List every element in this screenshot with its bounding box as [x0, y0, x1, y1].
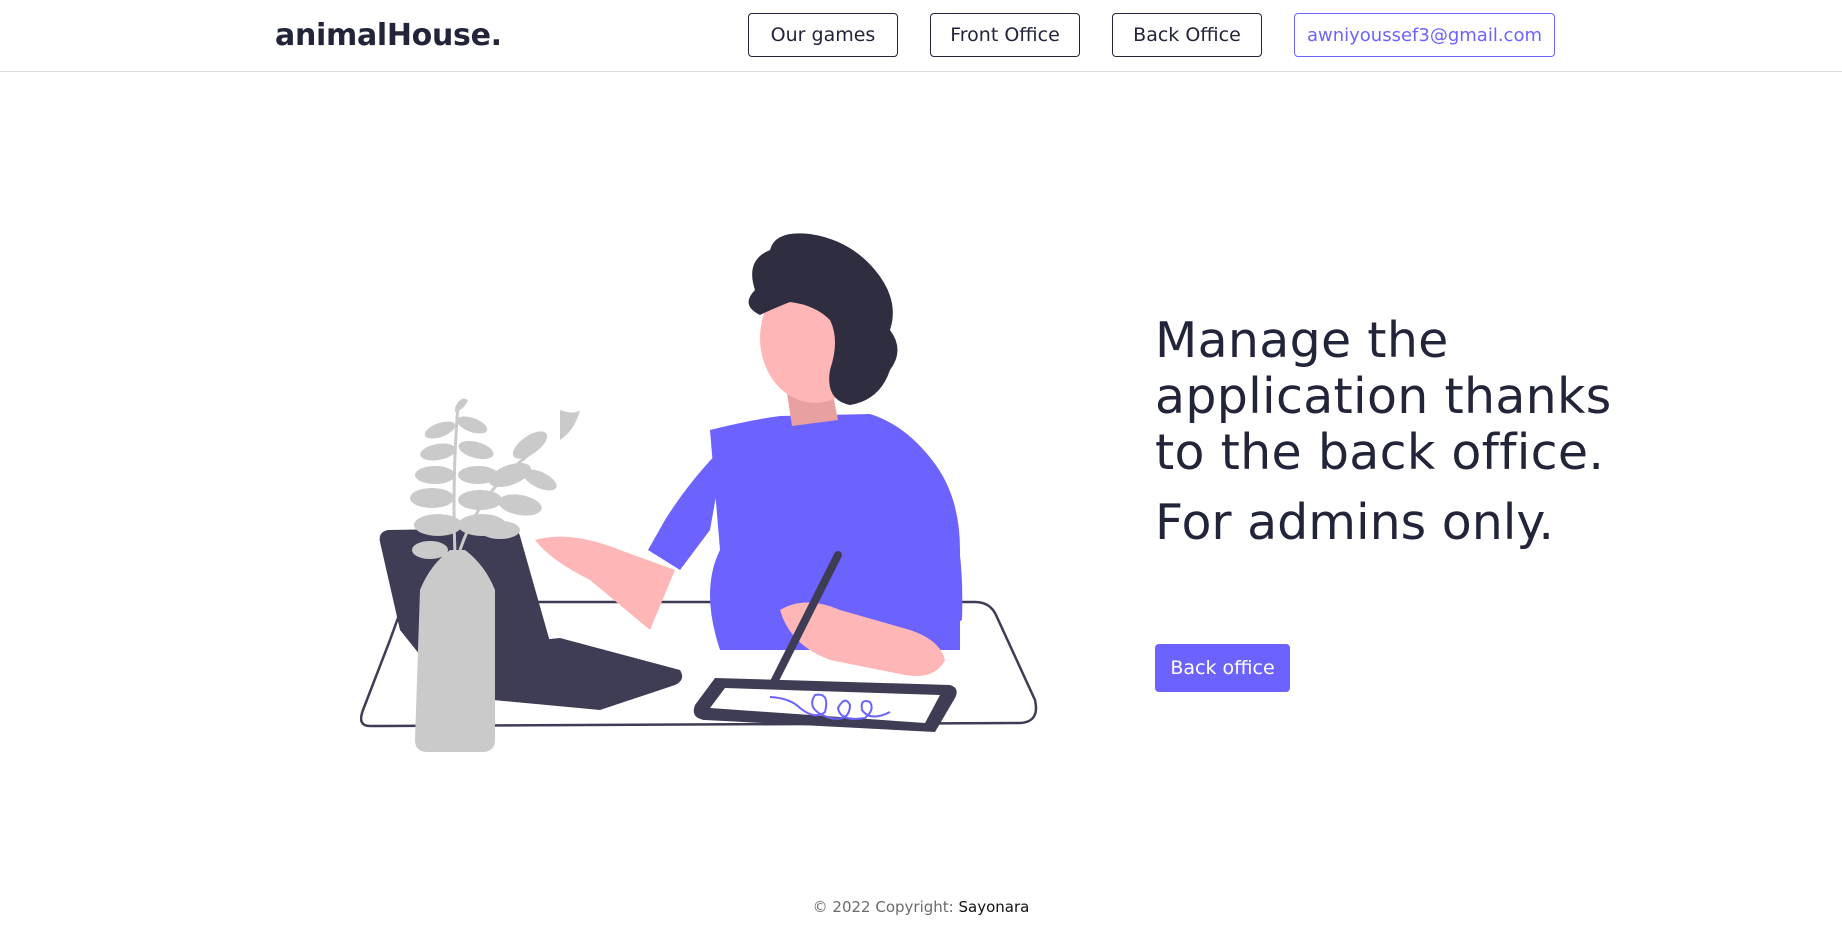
footer: © 2022 Copyright: Sayonara	[0, 898, 1842, 916]
front-office-button[interactable]: Front Office	[930, 13, 1080, 57]
our-games-button[interactable]: Our games	[748, 13, 898, 57]
hero-title: Manage the application thanks to the bac…	[1155, 312, 1612, 481]
user-email-button[interactable]: awniyoussef3@gmail.com	[1294, 13, 1555, 57]
footer-owner-link[interactable]: Sayonara	[959, 898, 1030, 916]
back-office-nav-button[interactable]: Back Office	[1112, 13, 1262, 57]
hero-subtitle: For admins only.	[1155, 494, 1555, 551]
back-office-cta-button[interactable]: Back office	[1155, 644, 1290, 692]
footer-copyright: © 2022 Copyright:	[812, 898, 954, 916]
navbar: animalHouse. Our games Front Office Back…	[0, 0, 1842, 72]
brand-logo[interactable]: animalHouse.	[275, 18, 502, 53]
hero-text: Manage the application thanks to the bac…	[1155, 313, 1615, 551]
woman-working-at-desk-illustration	[360, 233, 1038, 752]
